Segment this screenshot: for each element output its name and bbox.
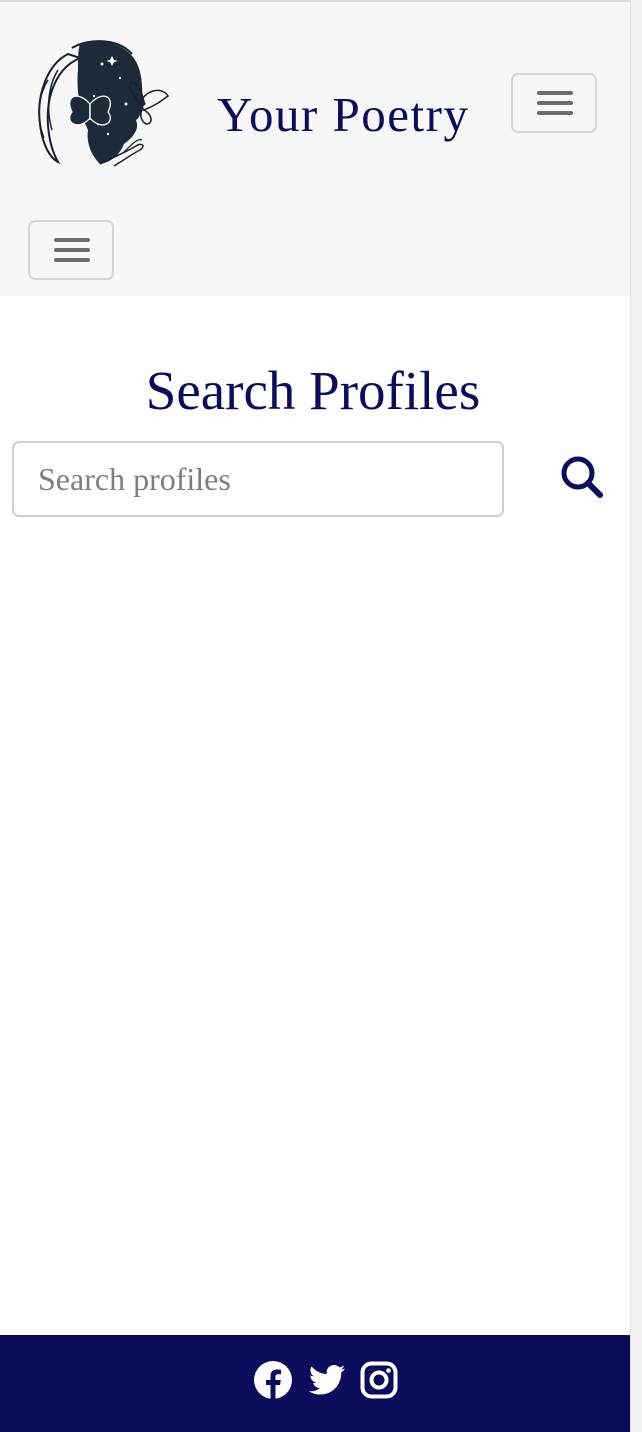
navbar: Your Poetry [0,2,630,296]
page-title: Search Profiles [145,360,481,421]
hamburger-menu-icon [537,91,573,115]
search-button[interactable] [556,452,608,504]
instagram-link[interactable] [359,1360,399,1400]
footer [0,1335,630,1432]
secondary-navbar-toggle-button[interactable] [28,220,114,280]
hamburger-menu-icon [54,238,90,262]
twitter-icon [308,1365,345,1395]
facebook-link[interactable] [253,1360,293,1400]
page-scrollbar[interactable] [630,0,642,1432]
brand-title[interactable]: Your Poetry [217,86,469,143]
page: Your Poetry Search Profiles [0,0,642,1432]
twitter-link[interactable] [307,1360,347,1400]
navbar-toggle-button[interactable] [511,73,597,133]
logo-icon[interactable] [28,34,172,170]
poet-face-logo-icon [38,40,169,167]
search-input[interactable] [12,441,504,517]
search-icon [561,456,603,498]
facebook-icon [254,1361,292,1399]
instagram-icon [360,1361,398,1399]
